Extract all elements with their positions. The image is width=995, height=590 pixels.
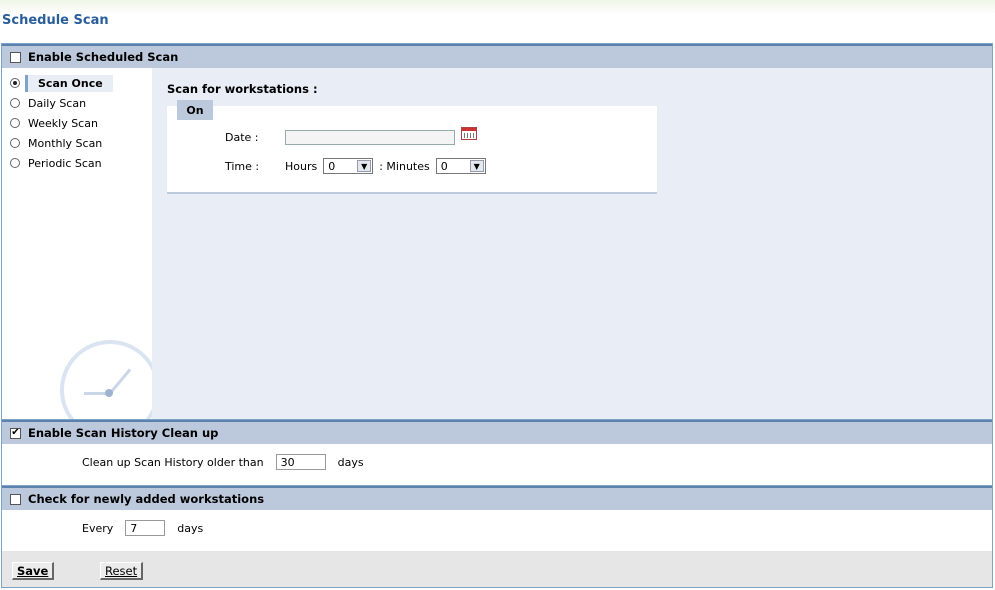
- monthly-scan-radio[interactable]: [10, 138, 20, 148]
- on-settings-box: On Date : Time : Hours 0 ▼ : Minutes 0 ▼: [167, 100, 657, 194]
- scheduled-scan-panel: Enable Scheduled Scan Scan Once Daily Sc…: [1, 43, 993, 420]
- reset-button[interactable]: Reset: [100, 562, 144, 580]
- scan-option-label: Periodic Scan: [28, 156, 102, 170]
- date-row: Date :: [225, 127, 477, 145]
- scan-frequency-nav: Scan Once Daily Scan Weekly Scan Monthly…: [2, 68, 152, 419]
- scan-once-radio[interactable]: [10, 78, 20, 88]
- workstation-days-unit: days: [177, 521, 204, 535]
- every-label: Every: [82, 521, 114, 535]
- periodic-scan-radio[interactable]: [10, 158, 20, 168]
- scan-option-label: Weekly Scan: [28, 116, 98, 130]
- form-footer: Save Reset: [1, 551, 993, 588]
- new-workstations-panel: Check for newly added workstations Every…: [1, 485, 993, 552]
- scan-config-area: Scan for workstations : On Date : Time :…: [167, 82, 657, 194]
- hours-value: 0: [328, 159, 336, 173]
- enable-history-cleanup-checkbox[interactable]: ✔: [10, 427, 21, 439]
- history-cleanup-text: Clean up Scan History older than: [82, 455, 264, 469]
- page-title: Schedule Scan: [2, 13, 109, 28]
- header-decoration: [0, 0, 995, 14]
- clock-watermark-icon: [60, 340, 152, 419]
- new-workstations-row: Every 7 days: [82, 520, 203, 536]
- history-days-unit: days: [337, 455, 364, 469]
- minutes-value: 0: [440, 159, 448, 173]
- daily-scan-radio[interactable]: [10, 98, 20, 108]
- history-cleanup-header: ✔ Enable Scan History Clean up: [2, 420, 992, 444]
- new-workstations-header: Check for newly added workstations: [2, 486, 992, 510]
- enable-scheduled-scan-label: Enable Scheduled Scan: [28, 50, 179, 64]
- scan-option-daily[interactable]: Daily Scan: [2, 93, 152, 113]
- new-workstations-body: Every 7 days: [2, 510, 992, 551]
- history-cleanup-panel: ✔ Enable Scan History Clean up Clean up …: [1, 419, 993, 487]
- weekly-scan-radio[interactable]: [10, 118, 20, 128]
- history-days-input[interactable]: 30: [275, 454, 326, 470]
- enable-history-cleanup-label: Enable Scan History Clean up: [28, 426, 219, 440]
- tab-on: On: [177, 100, 213, 120]
- date-label: Date :: [225, 131, 259, 144]
- date-input[interactable]: [285, 130, 455, 145]
- scan-option-label: Daily Scan: [28, 96, 87, 110]
- time-label: Time :: [225, 159, 260, 173]
- scan-option-monthly[interactable]: Monthly Scan: [2, 133, 152, 153]
- history-cleanup-body: Clean up Scan History older than 30 days: [2, 444, 992, 486]
- scan-option-label: Scan Once: [25, 74, 113, 92]
- calendar-icon[interactable]: [461, 127, 477, 140]
- save-button[interactable]: Save: [12, 562, 55, 580]
- check-new-workstations-checkbox[interactable]: [10, 493, 21, 505]
- workstation-days-input[interactable]: 7: [125, 520, 166, 536]
- chevron-down-icon[interactable]: ▼: [357, 160, 372, 172]
- scan-option-once[interactable]: Scan Once: [2, 73, 152, 93]
- scan-option-weekly[interactable]: Weekly Scan: [2, 113, 152, 133]
- scheduled-scan-header: Enable Scheduled Scan: [2, 44, 992, 68]
- scheduled-scan-body: Scan Once Daily Scan Weekly Scan Monthly…: [2, 68, 992, 419]
- chevron-down-icon[interactable]: ▼: [469, 160, 484, 172]
- scan-for-workstations-title: Scan for workstations :: [167, 82, 318, 96]
- time-row: Time : Hours 0 ▼ : Minutes 0 ▼: [225, 158, 492, 174]
- scan-option-periodic[interactable]: Periodic Scan: [2, 153, 152, 173]
- minutes-label: : Minutes: [379, 159, 430, 173]
- hours-select[interactable]: 0 ▼: [323, 158, 374, 174]
- hours-label: Hours: [285, 159, 318, 173]
- scan-option-label: Monthly Scan: [28, 136, 103, 150]
- history-cleanup-row: Clean up Scan History older than 30 days: [82, 454, 364, 470]
- minutes-select[interactable]: 0 ▼: [435, 158, 486, 174]
- enable-scheduled-scan-checkbox[interactable]: [10, 51, 21, 63]
- check-new-workstations-label: Check for newly added workstations: [28, 492, 265, 506]
